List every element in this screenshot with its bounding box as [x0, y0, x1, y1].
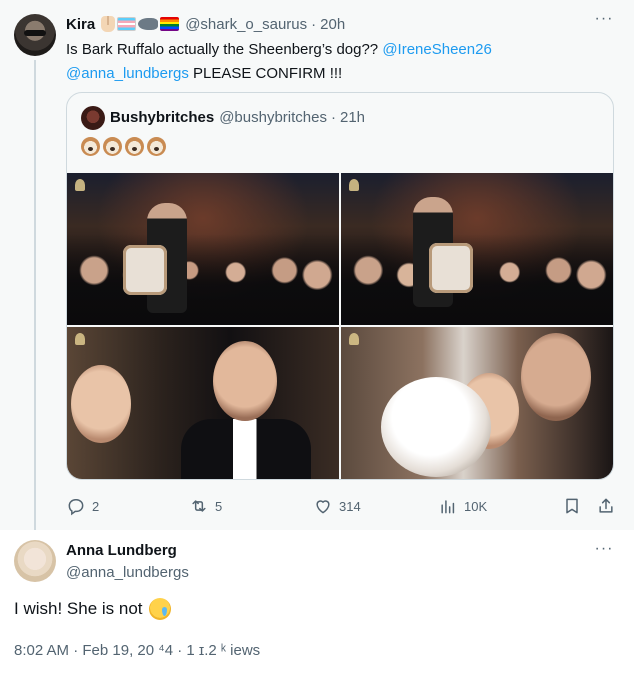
media-photo[interactable]	[341, 173, 613, 325]
username-handle[interactable]: @bushybritches	[219, 109, 327, 126]
tweet-text-part: PLEASE CONFIRM !!!	[188, 65, 343, 82]
quote-text-emojis	[81, 137, 166, 156]
name-emojis	[101, 16, 180, 32]
dog-face-icon	[81, 137, 100, 156]
retweet-icon	[192, 500, 206, 512]
display-name[interactable]: Bushybritches	[110, 109, 214, 126]
dog-figure	[123, 245, 167, 295]
dog-figure	[429, 243, 473, 293]
display-name[interactable]: Kira	[66, 16, 95, 33]
retweet-button[interactable]: 5	[189, 494, 222, 518]
reply-button[interactable]: 2	[66, 494, 99, 518]
rainbow-flag-icon	[160, 17, 180, 31]
quote-header: Bushybritches @bushybritches · 21h	[110, 106, 365, 128]
heart-icon	[316, 500, 330, 514]
tweet-text: Is Bark Ruffalo actually the Sheenberg’s…	[66, 38, 616, 86]
views-button[interactable]: 10K	[438, 494, 487, 518]
reply-tweet[interactable]: Anna Lundberg @anna_lundbergs ··· I wish…	[0, 530, 634, 676]
tweet-timestamp-views[interactable]: 8:02 AM · Feb 19, 20 ⁴4 · 1 ɪ.2 ᵏ iews	[14, 642, 260, 659]
tuxedo-image	[181, 419, 311, 479]
like-count: 314	[339, 498, 361, 514]
mention-link[interactable]: @IreneSheen26	[382, 41, 491, 58]
bookmark-button[interactable]	[562, 494, 582, 518]
tweet-text: I wish! She is not	[14, 598, 171, 620]
award-logo-icon	[75, 333, 85, 345]
retweet-count: 5	[215, 498, 223, 514]
mention-link[interactable]: @anna_lundbergs	[66, 65, 189, 82]
share-button[interactable]	[596, 494, 616, 518]
dog-face-icon	[125, 137, 144, 156]
crying-face-icon	[148, 598, 171, 620]
avatar[interactable]	[81, 106, 105, 130]
reply-icon	[68, 499, 84, 516]
face-image	[213, 341, 277, 421]
face-image	[71, 365, 131, 443]
dog-face-icon	[103, 137, 122, 156]
more-options-icon[interactable]: ···	[594, 541, 614, 564]
award-logo-icon	[349, 179, 359, 191]
tweet-header: Kira @shark_o_saurus · 20h	[66, 13, 345, 35]
award-logo-icon	[349, 333, 359, 345]
username-handle[interactable]: @anna_lundbergs	[66, 564, 189, 581]
quoted-tweet-card[interactable]: Bushybritches @bushybritches · 21h	[66, 92, 614, 480]
tweet-actions: 2 5 314 10K	[66, 494, 618, 518]
award-logo-icon	[75, 179, 85, 191]
reply-count: 2	[92, 498, 100, 514]
thread-connector-line	[34, 60, 36, 536]
media-photo[interactable]	[67, 173, 339, 325]
tweet-text-body: I wish! She is not	[14, 599, 143, 618]
separator-dot: ·	[311, 15, 317, 33]
avatar[interactable]	[14, 540, 56, 582]
views-chart-icon	[441, 500, 455, 514]
bookmark-icon	[566, 498, 578, 514]
more-options-icon[interactable]: ···	[594, 11, 614, 34]
avatar[interactable]	[14, 14, 56, 56]
like-button[interactable]: 314	[313, 494, 361, 518]
separator-dot: ·	[330, 108, 336, 126]
timestamp[interactable]: 21h	[340, 109, 365, 126]
face-image	[521, 333, 591, 421]
audience-image	[341, 233, 613, 325]
media-photo[interactable]	[341, 327, 613, 479]
fluffy-dog-image	[381, 377, 491, 477]
media-photo[interactable]	[67, 327, 339, 479]
views-count: 10K	[464, 498, 488, 514]
username-handle[interactable]: @shark_o_saurus	[185, 16, 307, 33]
shark-icon	[138, 18, 159, 30]
tweet-text-part: Is Bark Ruffalo actually the Sheenberg’s…	[66, 41, 383, 58]
share-icon	[599, 498, 613, 513]
transgender-flag-icon	[117, 17, 137, 31]
audience-image	[67, 233, 339, 325]
dog-face-icon	[147, 137, 166, 156]
timestamp[interactable]: 20h	[320, 16, 345, 33]
photo-grid	[67, 173, 613, 479]
vulcan-salute-icon	[101, 16, 116, 32]
display-name[interactable]: Anna Lundberg	[66, 542, 177, 559]
quoted-reply-tweet[interactable]: Kira @shark_o_saurus · 20h ··· Is Bark R…	[0, 0, 634, 536]
